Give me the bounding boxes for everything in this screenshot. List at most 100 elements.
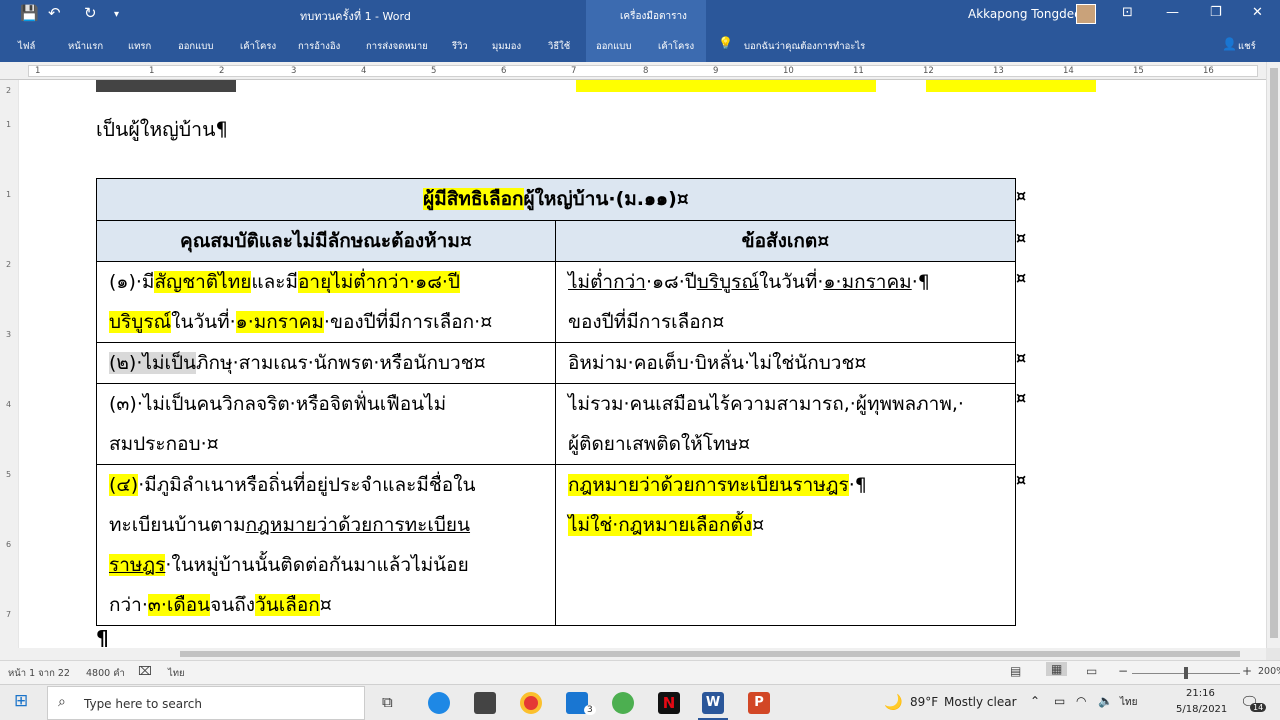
document-page[interactable]: เป็นผู้ใหญ่บ้าน¶ ผู้มีสิทธิเลือกผู้ใหญ่บ…	[19, 80, 1266, 648]
text-run: ·¶	[848, 474, 867, 496]
word-count[interactable]: 4800 คำ	[86, 666, 125, 681]
col2-header[interactable]: ข้อสังเกต¤	[555, 220, 1016, 262]
qualification-table[interactable]: ผู้มีสิทธิเลือกผู้ใหญ่บ้าน·(ม.๑๑)¤ คุณสม…	[96, 178, 1016, 626]
tab-review[interactable]: รีวิว	[452, 39, 468, 54]
text-run: บริบูรณ์	[696, 271, 759, 293]
page-count[interactable]: หน้า 1 จาก 22	[8, 666, 70, 681]
zoom-level[interactable]: 200%	[1258, 666, 1280, 677]
word-icon[interactable]: W	[702, 692, 724, 714]
tab-table-layout[interactable]: เค้าโครง	[658, 39, 694, 54]
vruler-number: 7	[6, 610, 12, 619]
tell-me-box[interactable]: บอกฉันว่าคุณต้องการทำอะไร	[744, 39, 865, 54]
vertical-scrollbar[interactable]	[1266, 62, 1280, 648]
undo-icon[interactable]: ↶	[48, 4, 61, 22]
cell-left[interactable]: (๒)·ไม่เป็นภิกษุ·สามเณร·นักพรต·หรือนักบว…	[96, 342, 556, 384]
table-row: (๓)·ไม่เป็นคนวิกลจริต·หรือจิตฟั่นเฟือนไม…	[96, 383, 1016, 465]
cell-right[interactable]: ไม่รวม·คนเสมือนไร้ความสามารถ,·ผู้ทุพพลภา…	[555, 383, 1016, 465]
text-run: จนถึง	[210, 594, 256, 616]
text-run: (๑)·มี	[109, 271, 155, 293]
tab-help[interactable]: วิธีใช้	[548, 39, 570, 54]
text-run: ·ในหมู่บ้านนั้นติดต่อกันมาแล้วไม่น้อย	[165, 554, 469, 576]
tab-view[interactable]: มุมมอง	[492, 39, 521, 54]
vruler-number: 5	[6, 470, 12, 479]
clock-date[interactable]: 5/18/2021	[1176, 704, 1227, 715]
tab-references[interactable]: การอ้างอิง	[298, 39, 340, 54]
table-title-row: ผู้มีสิทธิเลือกผู้ใหญ่บ้าน·(ม.๑๑)¤	[96, 178, 1016, 221]
powerpoint-icon[interactable]: P	[748, 692, 770, 714]
table-title-cell[interactable]: ผู้มีสิทธิเลือกผู้ใหญ่บ้าน·(ม.๑๑)¤	[96, 178, 1016, 221]
weather-text[interactable]: Mostly clear	[944, 695, 1017, 709]
tab-file[interactable]: ไฟล์	[18, 39, 35, 54]
zoom-in-icon[interactable]: +	[1242, 664, 1252, 678]
language-indicator[interactable]: ไทย	[168, 666, 185, 681]
avatar[interactable]	[1076, 4, 1096, 24]
tab-design[interactable]: ออกแบบ	[178, 39, 213, 54]
store-icon[interactable]	[474, 692, 496, 714]
horizontal-scrollbar[interactable]	[0, 648, 1266, 660]
netflix-icon[interactable]: N	[658, 692, 680, 714]
tab-layout[interactable]: เค้าโครง	[240, 39, 276, 54]
zoom-out-icon[interactable]: −	[1118, 664, 1128, 678]
close-icon[interactable]: ✕	[1252, 5, 1263, 20]
cell-left[interactable]: (๔)·มีภูมิลำเนาหรือถิ่นที่อยู่ประจำและมี…	[96, 464, 556, 626]
network-icon[interactable]: ▭	[1054, 694, 1065, 708]
cell-right[interactable]: อิหม่าม·คอเต็บ·บิหลั่น·ไม่ใช่นักบวช¤	[555, 342, 1016, 384]
vertical-ruler[interactable]: 2 1 1 2 3 4 5 6 7	[0, 80, 18, 648]
user-name[interactable]: Akkapong Tongdee	[968, 7, 1081, 21]
vruler-number: 1	[6, 120, 12, 129]
text-run: (๓)·ไม่เป็นคนวิกลจริต·หรือจิตฟั่นเฟือนไม…	[109, 393, 447, 415]
search-placeholder: Type here to search	[84, 697, 202, 711]
zoom-slider-thumb[interactable]	[1184, 667, 1188, 679]
paragraph-line[interactable]: เป็นผู้ใหญ่บ้าน¶	[96, 110, 228, 150]
minimize-icon[interactable]: —	[1166, 5, 1179, 20]
horizontal-ruler[interactable]: 1 1 2 3 4 5 6 7 8 9 10 11 12 13 14 15 16	[0, 62, 1266, 80]
volume-icon[interactable]: 🔈	[1098, 694, 1113, 708]
text-run: ราษฎร	[109, 554, 166, 576]
tab-table-design[interactable]: ออกแบบ	[596, 39, 631, 54]
vruler-number: 4	[6, 400, 12, 409]
text-run: ทะเบียนบ้านตาม	[109, 514, 246, 536]
text-run: วันเลือก	[255, 594, 320, 616]
ruler-number: 4	[361, 66, 367, 76]
vertical-scroll-thumb[interactable]	[1270, 68, 1278, 638]
text-run: ·มีภูมิลำเนาหรือถิ่นที่อยู่ประจำและมีชื่…	[138, 474, 476, 496]
chevron-up-icon[interactable]: ⌃	[1030, 694, 1040, 708]
text-run: ในวันที่·	[758, 271, 824, 293]
share-button[interactable]: แชร์	[1238, 39, 1256, 54]
tab-home[interactable]: หน้าแรก	[68, 39, 103, 54]
end-of-row-mark: ¤	[1016, 228, 1027, 247]
maximize-icon[interactable]: ❐	[1210, 5, 1222, 20]
proofing-icon[interactable]: ⌧	[138, 664, 152, 678]
print-layout-icon[interactable]: ▦	[1046, 662, 1068, 676]
col1-header[interactable]: คุณสมบัติและไม่มีลักษณะต้องห้าม¤	[96, 220, 556, 262]
task-view-icon[interactable]: ⧉	[382, 693, 393, 711]
edge-icon[interactable]	[428, 692, 450, 714]
clock-time[interactable]: 21:16	[1186, 688, 1215, 699]
cell-left[interactable]: (๑)·มีสัญชาติไทยและมีอายุไม่ต่ำกว่า·๑๘·ป…	[96, 261, 556, 343]
table-title-highlight: ผู้มีสิทธิเลือก	[423, 188, 524, 210]
cell-right[interactable]: ไม่ต่ำกว่า·๑๘·ปีบริบูรณ์ในวันที่·๑·มกราค…	[555, 261, 1016, 343]
read-mode-icon[interactable]: ▤	[1010, 664, 1021, 678]
table-row: (๔)·มีภูมิลำเนาหรือถิ่นที่อยู่ประจำและมี…	[96, 464, 1016, 626]
ruler-number: 11	[853, 66, 864, 76]
quick-access-dropdown-icon[interactable]: ▾	[114, 9, 119, 20]
save-icon[interactable]: 💾	[20, 4, 39, 22]
taskbar-search[interactable]: ⌕ Type here to search	[47, 686, 365, 720]
tab-mailings[interactable]: การส่งจดหมาย	[366, 39, 428, 54]
chrome-icon[interactable]	[520, 692, 542, 714]
cell-right[interactable]: กฎหมายว่าด้วยการทะเบียนราษฎร·¶ ไม่ใช่·กฎห…	[555, 464, 1016, 626]
end-of-row-mark: ¤	[1016, 388, 1027, 407]
line-icon[interactable]	[612, 692, 634, 714]
tab-insert[interactable]: แทรก	[128, 39, 151, 54]
redo-icon[interactable]: ↻	[84, 4, 97, 22]
text-run: อิหม่าม·คอเต็บ·บิหลั่น·ไม่ใช่นักบวช¤	[568, 352, 867, 374]
ribbon-display-options-icon[interactable]: ⊡	[1122, 5, 1133, 20]
cell-left[interactable]: (๓)·ไม่เป็นคนวิกลจริต·หรือจิตฟั่นเฟือนไม…	[96, 383, 556, 465]
ime-indicator[interactable]: ไทย	[1120, 695, 1137, 710]
weather-temp[interactable]: 89°F	[910, 695, 938, 709]
share-icon[interactable]: 👤	[1222, 37, 1237, 51]
wifi-icon[interactable]: ◠	[1076, 694, 1086, 708]
horizontal-scroll-thumb[interactable]	[180, 651, 1240, 657]
web-layout-icon[interactable]: ▭	[1086, 664, 1097, 678]
start-windows-icon[interactable]: ⊞	[14, 691, 28, 711]
